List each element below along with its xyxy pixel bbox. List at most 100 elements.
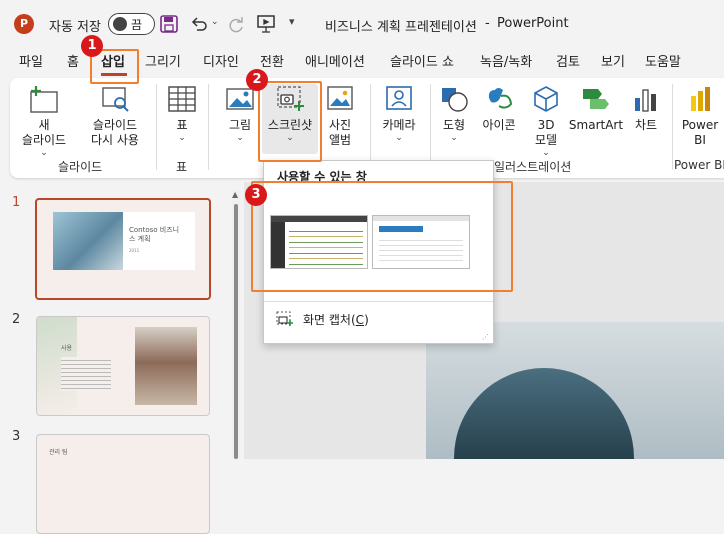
ribbon-divider	[672, 84, 673, 170]
scroll-up-icon[interactable]: ▲	[232, 190, 238, 199]
screen-clipping-text: 화면 캡처(	[303, 313, 356, 327]
chevron-down-icon: ⌄	[450, 133, 458, 143]
slide-heading: 사용	[61, 345, 73, 352]
slide-heading: 관리 팀	[49, 449, 68, 456]
chart-icon	[635, 89, 656, 112]
slide-thumbnail[interactable]: Contoso 비즈니 스 계획 2011	[35, 198, 211, 300]
reuse-slides-button[interactable]: 슬라이드 다시 사용	[78, 84, 152, 148]
group-label-illustrations: 일러스트레이션	[494, 160, 572, 174]
ribbon-divider	[430, 84, 431, 170]
screen-clipping-shortcut: C	[355, 313, 365, 327]
customize-toolbar-icon[interactable]: ▾	[289, 15, 295, 28]
tab-design[interactable]: 디자인	[203, 48, 239, 78]
save-icon[interactable]	[160, 15, 178, 33]
cameo-button[interactable]: 카메라 ⌄	[374, 84, 424, 143]
group-label-table: 표	[176, 160, 188, 174]
smartart-icon	[583, 89, 609, 109]
shapes-label: 도형	[442, 118, 466, 132]
chevron-down-icon: ⌄	[236, 133, 244, 143]
toggle-knob	[113, 17, 127, 31]
tab-record[interactable]: 녹음/녹화	[480, 48, 532, 78]
tab-file[interactable]: 파일	[19, 48, 43, 78]
reuse-slides-label: 슬라이드 다시 사용	[91, 118, 139, 147]
photo-album-button[interactable]: 사진 앨범	[320, 84, 360, 148]
powerbi-icon	[691, 87, 710, 111]
icons-gallery-icon	[488, 88, 513, 109]
group-label-powerbi: Power BI	[674, 158, 724, 172]
cube-icon	[534, 86, 558, 112]
tab-slideshow[interactable]: 슬라이드 쇼	[390, 48, 454, 78]
icons-label: 아이콘	[482, 118, 516, 132]
new-slide-icon	[30, 86, 58, 113]
chart-button[interactable]: 차트	[626, 84, 666, 133]
pictures-button[interactable]: 그림 ⌄	[220, 84, 260, 143]
slide-number: 1	[12, 195, 21, 210]
tab-review[interactable]: 검토	[556, 48, 580, 78]
undo-dropdown-icon[interactable]: ⌄	[211, 17, 219, 27]
pane-scrollbar[interactable]: ▲	[232, 190, 240, 459]
3d-models-label: 3D 모델	[534, 118, 558, 147]
app-name: PowerPoint	[497, 16, 569, 31]
tab-help[interactable]: 도움말	[645, 48, 681, 78]
pictures-label: 그림	[228, 118, 252, 132]
photo-album-icon	[327, 86, 353, 110]
shapes-icon	[442, 88, 468, 112]
slide-thumbnail[interactable]: 관리 팀	[36, 434, 210, 534]
powerbi-label: Power BI	[681, 118, 719, 147]
screen-clipping-end: )	[364, 313, 369, 327]
tab-home[interactable]: 홈	[67, 48, 79, 78]
slide-title-text: Contoso 비즈니 스 계획	[129, 226, 180, 243]
slide-thumbnail[interactable]: 사용	[36, 316, 210, 416]
screen-clipping-label: 화면 캡처(C)	[303, 311, 369, 328]
smartart-button[interactable]: SmartArt	[566, 84, 626, 133]
3d-models-button[interactable]: 3D 모델 ⌄	[526, 84, 566, 158]
title-separator: -	[485, 16, 490, 31]
tab-draw[interactable]: 그리기	[145, 48, 181, 78]
shapes-button[interactable]: 도형 ⌄	[434, 84, 474, 143]
screen-clipping-icon	[276, 311, 293, 326]
highlight-screenshot-button	[258, 81, 322, 162]
undo-icon[interactable]	[190, 15, 208, 33]
scroll-thumb[interactable]	[234, 204, 238, 459]
tab-animations[interactable]: 애니메이션	[305, 48, 365, 78]
tab-view[interactable]: 보기	[601, 48, 625, 78]
slide-person-photo	[135, 327, 197, 405]
step-callout-1: 1	[81, 35, 103, 57]
slide-subtitle-text: 2011	[129, 248, 140, 253]
powerbi-button[interactable]: Power BI	[676, 84, 724, 148]
step-callout-3: 3	[245, 184, 267, 206]
photo-album-label: 사진 앨범	[328, 118, 352, 147]
powerpoint-logo-icon: P	[14, 14, 34, 34]
chevron-down-icon: ⌄	[542, 148, 550, 158]
menu-separator	[264, 301, 493, 302]
highlight-available-windows	[251, 181, 513, 292]
slide-thumbnail-pane: 1 Contoso 비즈니 스 계획 2011 2 사용 3 관리 팀	[0, 182, 228, 534]
redo-icon[interactable]	[227, 15, 245, 33]
cameo-label: 카메라	[382, 118, 416, 132]
presentation-start-icon[interactable]	[256, 14, 276, 34]
table-icon	[168, 86, 196, 112]
toggle-state-label: 끔	[131, 18, 143, 32]
autosave-label: 자동 저장	[49, 20, 101, 35]
ribbon-divider	[370, 84, 371, 170]
ribbon-divider	[208, 84, 209, 170]
table-button[interactable]: 표 ⌄	[162, 84, 202, 143]
ribbon-divider	[156, 84, 157, 170]
group-label-slides: 슬라이드	[58, 160, 103, 174]
reuse-slides-icon	[102, 87, 129, 112]
chevron-down-icon: ⌄	[395, 133, 403, 143]
screen-clipping-item[interactable]: 화면 캡처(C)	[264, 305, 493, 331]
slide-number: 3	[12, 429, 21, 444]
slide-photo	[53, 212, 123, 270]
slide-title-box: Contoso 비즈니 스 계획 2011	[123, 212, 195, 270]
slide-number: 2	[12, 312, 21, 327]
resize-grip-icon[interactable]: ⋰	[482, 333, 489, 341]
chevron-down-icon: ⌄	[178, 133, 186, 143]
smartart-label: SmartArt	[568, 118, 624, 132]
new-slide-button[interactable]: 새 슬라이드 ⌄	[18, 84, 70, 158]
icons-button[interactable]: 아이콘	[476, 84, 522, 133]
new-slide-label: 새 슬라이드	[21, 118, 67, 147]
step-callout-2: 2	[246, 69, 268, 91]
cameo-icon	[386, 86, 412, 110]
autosave-toggle[interactable]: 끔	[108, 13, 155, 35]
